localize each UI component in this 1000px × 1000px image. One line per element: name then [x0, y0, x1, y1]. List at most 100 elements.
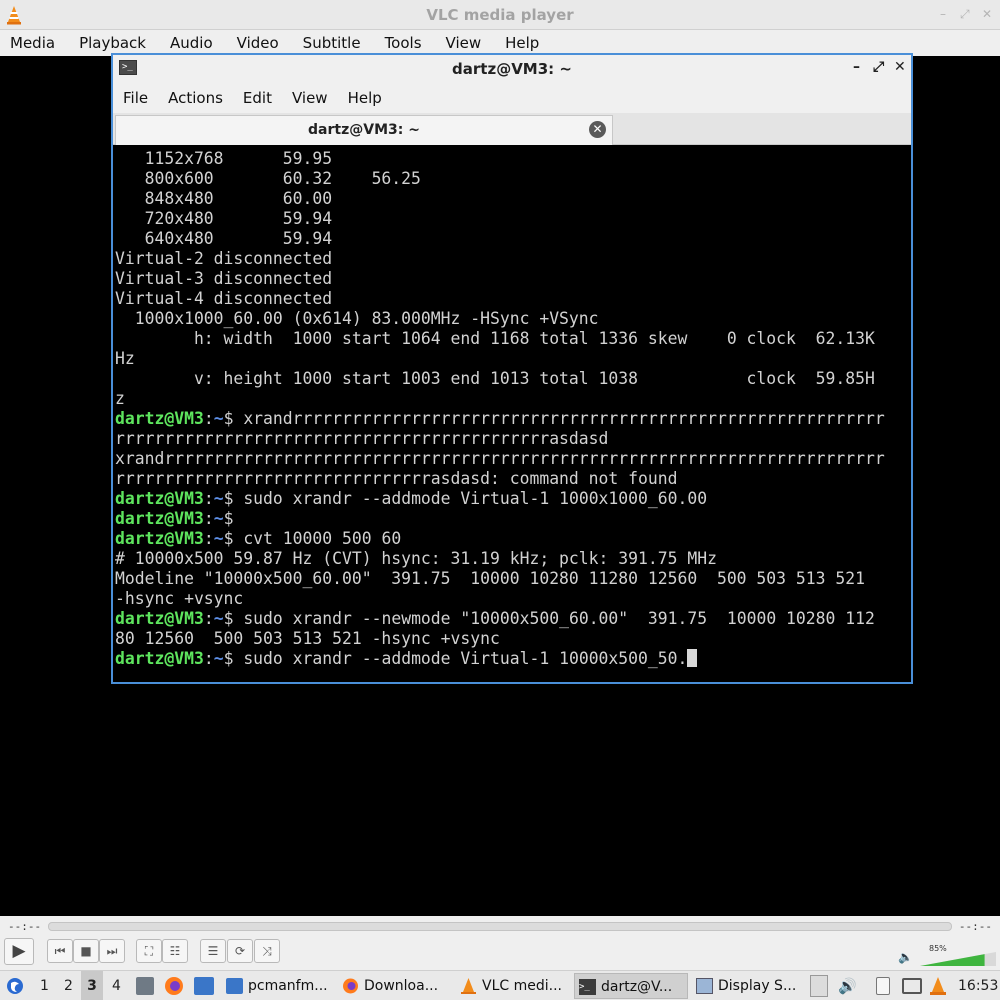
prompt-dir: ~ — [213, 609, 224, 628]
speaker-icon[interactable]: 🔈 — [898, 950, 913, 964]
menu-view[interactable]: View — [446, 34, 482, 52]
menu-file[interactable]: File — [123, 89, 148, 107]
workspace-3[interactable]: 3 — [81, 971, 103, 1000]
remaining-time: --:-- — [958, 920, 992, 933]
workspace-4[interactable]: 4 — [112, 971, 121, 1000]
clock: 16:53 — [958, 978, 999, 994]
task-vlc[interactable]: VLC medi... — [456, 973, 568, 999]
workspace-2[interactable]: 2 — [64, 971, 73, 1000]
menu-tools[interactable]: Tools — [385, 34, 422, 52]
menu-edit[interactable]: Edit — [243, 89, 272, 107]
previous-button[interactable]: ⏮ — [47, 939, 73, 963]
menu-playback[interactable]: Playback — [79, 34, 146, 52]
playlist-button[interactable]: ☰ — [200, 939, 226, 963]
prompt-user: dartz@VM3 — [115, 529, 204, 548]
terminal-output-line: 80 12560 500 503 513 521 -hsync +vsync — [115, 629, 500, 648]
terminal-output-line: h: width 1000 start 1064 end 1168 total … — [115, 329, 875, 348]
task-label: dartz@V... — [601, 979, 673, 995]
extended-settings-button[interactable]: ☷ — [162, 939, 188, 963]
vlc-icon — [461, 978, 476, 994]
vlc-tray-icon[interactable] — [930, 977, 946, 995]
network-icon[interactable] — [902, 978, 922, 994]
terminal-output-line: z — [115, 389, 125, 408]
terminal-output-line: 848x480 60.00 — [115, 189, 333, 208]
terminal-icon: >_ — [579, 979, 596, 995]
terminal-prompt-line: dartz@VM3:~$ — [115, 509, 244, 528]
menu-media[interactable]: Media — [10, 34, 55, 52]
close-tab-icon[interactable]: ✕ — [589, 121, 606, 138]
task-terminal[interactable]: >_ dartz@V... — [574, 973, 688, 999]
text-cursor — [687, 649, 698, 667]
command-text: sudo xrandr --addmode Virtual-1 10000x50… — [243, 649, 688, 668]
terminal-output-line: Modeline "10000x500_60.00" 391.75 10000 … — [115, 569, 865, 588]
terminal-output-line: 720x480 59.94 — [115, 209, 333, 228]
menu-audio[interactable]: Audio — [170, 34, 213, 52]
command-text: xrandrrrrrrrrrrrrrrrrrrrrrrrrrrrrrrrrrrr… — [243, 409, 885, 428]
terminal-output-line: Virtual-2 disconnected — [115, 249, 333, 268]
seek-slider[interactable] — [48, 922, 952, 931]
terminal-output-line: # 10000x500 59.87 Hz (CVT) hsync: 31.19 … — [115, 549, 717, 568]
terminal-output-line: Virtual-4 disconnected — [115, 289, 333, 308]
maximize-icon[interactable]: ⤢ — [873, 59, 884, 75]
elapsed-time: --:-- — [8, 920, 42, 933]
terminal-output-line: rrrrrrrrrrrrrrrrrrrrrrrrrrrrrrrrasdasd: … — [115, 469, 678, 488]
taskbar: 1 2 3 4 pcmanfm... Downloa... VLC medi..… — [0, 970, 1000, 1000]
terminal-output-line: -hsync +vsync — [115, 589, 244, 608]
loop-button[interactable]: ⟳ — [227, 939, 253, 963]
firefox-launcher-icon[interactable] — [164, 976, 184, 996]
terminal-prompt-line: dartz@VM3:~$ xrandrrrrrrrrrrrrrrrrrrrrrr… — [115, 409, 885, 428]
terminal-output[interactable]: 1152x768 59.95 800x600 60.32 56.25 848x4… — [113, 147, 911, 682]
prompt-dir: ~ — [213, 509, 224, 528]
workspace-1[interactable]: 1 — [40, 971, 49, 1000]
window-icon — [696, 978, 713, 994]
terminal-title: dartz@VM3: ~ — [452, 60, 572, 78]
play-button[interactable]: ▶ — [4, 938, 34, 965]
prompt-dir: ~ — [213, 529, 224, 548]
next-button[interactable]: ⏭ — [99, 939, 125, 963]
vlc-controls: --:-- --:-- ▶ ⏮ ■ ⏭ ⛶ ☷ ☰ ⟳ ⤨ 🔈 85% — [0, 916, 1000, 970]
terminal-output-line: 640x480 59.94 — [115, 229, 333, 248]
terminal-tab[interactable]: dartz@VM3: ~ ✕ — [115, 115, 613, 145]
task-label: Display S... — [718, 978, 797, 994]
desktop-launcher-icon[interactable] — [194, 977, 214, 995]
prompt-user: dartz@VM3 — [115, 609, 204, 628]
terminal-prompt-line: dartz@VM3:~$ sudo xrandr --newmode "1000… — [115, 609, 875, 628]
fullscreen-button[interactable]: ⛶ — [136, 939, 162, 963]
menu-help[interactable]: Help — [348, 89, 382, 107]
terminal-menu-bar: File Actions Edit View Help — [113, 82, 911, 113]
terminal-prompt-line: dartz@VM3:~$ cvt 10000 500 60 — [115, 529, 402, 548]
menu-subtitle[interactable]: Subtitle — [303, 34, 361, 52]
close-icon[interactable]: ✕ — [894, 59, 906, 75]
prompt-user: dartz@VM3 — [115, 649, 204, 668]
task-label: Downloa... — [364, 978, 439, 994]
task-downloads[interactable]: Downloa... — [338, 973, 450, 999]
task-pcmanfm[interactable]: pcmanfm... — [222, 973, 334, 999]
minimize-icon[interactable]: – — [853, 59, 860, 75]
terminal-output-line: Virtual-3 disconnected — [115, 269, 333, 288]
terminal-output-line: 800x600 60.32 56.25 — [115, 169, 421, 188]
start-menu-icon[interactable] — [6, 977, 24, 995]
scroll-up-icon[interactable] — [810, 975, 828, 997]
task-display-settings[interactable]: Display S... — [692, 973, 802, 999]
clipboard-icon[interactable] — [876, 977, 890, 995]
task-label: VLC medi... — [482, 978, 562, 994]
terminal-title-bar[interactable]: >_ dartz@VM3: ~ – ⤢ ✕ — [113, 55, 911, 82]
terminal-window[interactable]: >_ dartz@VM3: ~ – ⤢ ✕ File Actions Edit … — [111, 53, 913, 684]
stop-button[interactable]: ■ — [73, 939, 99, 963]
close-icon[interactable]: ✕ — [982, 7, 992, 21]
menu-actions[interactable]: Actions — [168, 89, 223, 107]
menu-help[interactable]: Help — [505, 34, 539, 52]
command-text: cvt 10000 500 60 — [243, 529, 402, 548]
shuffle-button[interactable]: ⤨ — [254, 939, 280, 963]
command-text: sudo xrandr --addmode Virtual-1 1000x100… — [243, 489, 708, 508]
file-manager-launcher-icon[interactable] — [136, 977, 154, 995]
volume-fill — [920, 954, 985, 966]
speaker-icon[interactable]: 🔊 — [838, 971, 857, 1000]
menu-video[interactable]: Video — [237, 34, 279, 52]
minimize-icon[interactable]: – — [940, 7, 946, 21]
menu-view[interactable]: View — [292, 89, 328, 107]
firefox-icon — [343, 978, 358, 994]
volume-slider[interactable] — [920, 952, 996, 966]
maximize-icon[interactable]: ⤢ — [960, 7, 970, 22]
folder-icon — [226, 978, 243, 994]
